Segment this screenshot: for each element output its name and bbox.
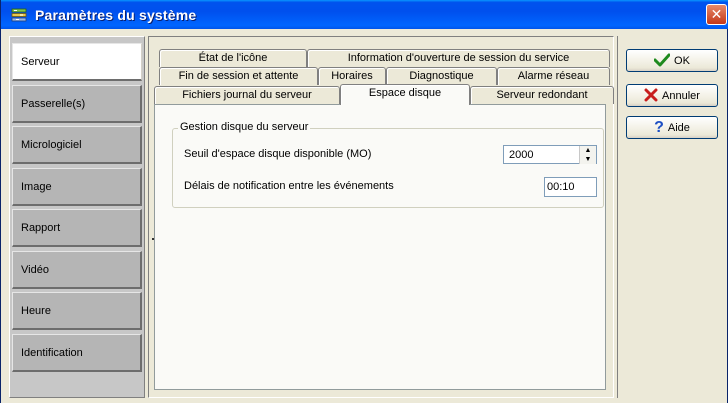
threshold-label: Seuil d'espace disque disponible (MO) <box>184 148 372 160</box>
sidebar-item-heure[interactable]: Heure <box>12 292 142 330</box>
stepper-down-icon[interactable]: ▼ <box>580 154 596 164</box>
settings-window: Paramètres du système ✕ Serveur Passerel… <box>0 0 728 403</box>
tab-diagnostique[interactable]: Diagnostique <box>386 67 497 85</box>
stepper-buttons: ▲ ▼ <box>579 145 596 164</box>
help-button[interactable]: ? Aide <box>626 116 718 139</box>
help-label: Aide <box>667 121 690 134</box>
sidebar-item-label: Rapport <box>21 221 61 234</box>
tab-fichiers-journal[interactable]: Fichiers journal du serveur <box>154 86 340 104</box>
sidebar-item-identification[interactable]: Identification <box>12 334 142 372</box>
title-bar[interactable]: Paramètres du système ✕ <box>1 0 728 29</box>
tab-label: Alarme réseau <box>517 70 590 82</box>
tab-label: Information d'ouverture de session du se… <box>347 52 570 64</box>
category-sidebar: Serveur Passerelle(s) Micrologiciel Imag… <box>9 36 145 398</box>
x-icon <box>644 88 658 104</box>
tab-etat-icone[interactable]: État de l'icône <box>159 49 307 67</box>
check-icon <box>653 53 671 69</box>
app-icon <box>11 7 29 23</box>
sidebar-item-label: Heure <box>21 304 51 317</box>
tab-label: Horaires <box>331 70 373 82</box>
divider-marker <box>152 238 154 240</box>
tab-label: Fichiers journal du serveur <box>182 89 312 101</box>
ok-label: OK <box>674 54 690 67</box>
tab-espace-disque[interactable]: Espace disque <box>340 84 470 105</box>
question-icon: ? <box>654 118 664 136</box>
tab-label: Espace disque <box>368 87 442 99</box>
delay-time-input[interactable]: 00:10 <box>544 177 597 197</box>
sidebar-item-label: Image <box>21 180 52 193</box>
sidebar-item-micrologiciel[interactable]: Micrologiciel <box>12 126 142 164</box>
close-button[interactable]: ✕ <box>706 4 727 25</box>
tab-label: Serveur redondant <box>496 89 588 101</box>
disk-group-box <box>172 128 604 208</box>
group-title: Gestion disque du serveur <box>178 121 311 133</box>
cancel-label: Annuler <box>662 89 700 102</box>
threshold-stepper[interactable]: 2000 ▲ ▼ <box>503 145 597 164</box>
tab-fin-session[interactable]: Fin de session et attente <box>159 67 318 85</box>
delay-label: Délais de notification entre les événeme… <box>184 180 394 192</box>
threshold-value: 2000 <box>509 148 534 161</box>
cancel-button[interactable]: Annuler <box>626 84 718 107</box>
sidebar-item-label: Passerelle(s) <box>21 97 86 110</box>
ok-button[interactable]: OK <box>626 49 718 72</box>
window-title: Paramètres du système <box>35 6 197 23</box>
tab-label: Fin de session et attente <box>178 70 299 82</box>
sidebar-item-label: Vidéo <box>21 263 49 276</box>
tab-serveur-redondant[interactable]: Serveur redondant <box>470 86 614 104</box>
tab-alarme-reseau[interactable]: Alarme réseau <box>497 67 610 85</box>
sidebar-item-serveur[interactable]: Serveur <box>12 43 142 81</box>
sidebar-item-label: Serveur <box>21 55 60 68</box>
sidebar-item-label: Micrologiciel <box>21 138 82 151</box>
sidebar-item-label: Identification <box>21 346 83 359</box>
tab-label: État de l'icône <box>198 52 268 64</box>
sidebar-item-passerelles[interactable]: Passerelle(s) <box>12 85 142 123</box>
stepper-up-icon[interactable]: ▲ <box>580 145 596 155</box>
tab-label: Diagnostique <box>409 70 474 82</box>
tab-horaires[interactable]: Horaires <box>318 67 386 85</box>
sidebar-item-image[interactable]: Image <box>12 168 142 206</box>
tab-information-ouverture-session[interactable]: Information d'ouverture de session du se… <box>307 49 610 67</box>
sidebar-item-video[interactable]: Vidéo <box>12 251 142 289</box>
sidebar-item-rapport[interactable]: Rapport <box>12 209 142 247</box>
